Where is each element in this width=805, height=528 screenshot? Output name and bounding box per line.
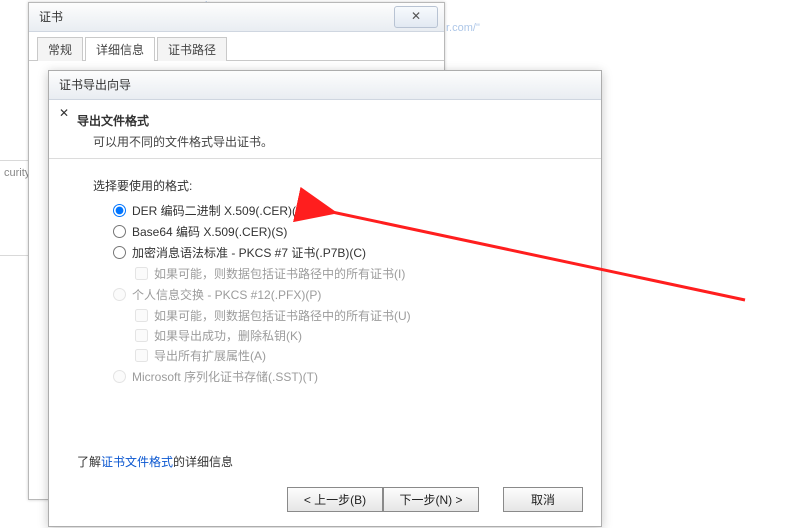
radio-sst-input xyxy=(113,370,126,383)
close-icon: ✕ xyxy=(59,106,69,120)
radio-sst-label: Microsoft 序列化证书存储(.SST)(T) xyxy=(132,368,318,385)
radio-pkcs7[interactable]: 加密消息语法标准 - PKCS #7 证书(.P7B)(C) xyxy=(113,244,573,261)
export-wizard-window: 证书导出向导 ✕ 导出文件格式 可以用不同的文件格式导出证书。 选择要使用的格式… xyxy=(48,70,602,527)
export-wizard-close-button[interactable]: ✕ xyxy=(59,99,601,127)
check-pfx-include-chain: 如果可能，则数据包括证书路径中的所有证书(U) xyxy=(135,307,573,324)
radio-base64[interactable]: Base64 编码 X.509(.CER)(S) xyxy=(113,223,573,240)
learn-more-prefix: 了解 xyxy=(77,455,101,469)
wizard-button-row: < 上一步(B) 下一步(N) > 取消 xyxy=(49,476,601,526)
certificate-window-close-button[interactable]: ✕ xyxy=(394,6,438,28)
tab-details-label: 详细信息 xyxy=(96,43,144,57)
check-pfx-include-chain-label: 如果可能，则数据包括证书路径中的所有证书(U) xyxy=(154,307,411,324)
radio-pkcs7-label: 加密消息语法标准 - PKCS #7 证书(.P7B)(C) xyxy=(132,244,366,261)
export-wizard-subheading: 可以用不同的文件格式导出证书。 xyxy=(77,133,573,150)
check-pfx-export-ext: 导出所有扩展属性(A) xyxy=(135,347,573,364)
export-wizard-titlebar[interactable]: 证书导出向导 ✕ xyxy=(49,71,601,100)
check-pkcs7-include-chain-input xyxy=(135,267,148,280)
radio-der-label: DER 编码二进制 X.509(.CER)(D) xyxy=(132,202,309,219)
format-radio-list: DER 编码二进制 X.509(.CER)(D) Base64 编码 X.509… xyxy=(93,202,573,385)
check-pkcs7-include-chain-label: 如果可能，则数据包括证书路径中的所有证书(I) xyxy=(154,265,405,282)
bg-snippet-right: r.com/" xyxy=(446,22,480,34)
radio-pkcs7-input[interactable] xyxy=(113,246,126,259)
learn-more-line: 了解证书文件格式的详细信息 xyxy=(49,445,601,476)
check-pkcs7-include-chain: 如果可能，则数据包括证书路径中的所有证书(I) xyxy=(135,265,573,282)
export-wizard-title: 证书导出向导 xyxy=(59,78,131,92)
learn-more-link[interactable]: 证书文件格式 xyxy=(101,455,173,469)
export-wizard-body: 选择要使用的格式: DER 编码二进制 X.509(.CER)(D) Base6… xyxy=(49,159,601,445)
check-pfx-delete-key-label: 如果导出成功，删除私钥(K) xyxy=(154,327,302,344)
radio-der[interactable]: DER 编码二进制 X.509(.CER)(D) xyxy=(113,202,573,219)
next-button[interactable]: 下一步(N) > xyxy=(383,487,479,512)
radio-pfx: 个人信息交换 - PKCS #12(.PFX)(P) xyxy=(113,286,573,303)
tab-cert-path[interactable]: 证书路径 xyxy=(157,37,227,61)
check-pfx-export-ext-input xyxy=(135,349,148,362)
cancel-button[interactable]: 取消 xyxy=(503,487,583,512)
radio-base64-label: Base64 编码 X.509(.CER)(S) xyxy=(132,223,287,240)
certificate-window-titlebar[interactable]: 证书 ✕ xyxy=(29,3,444,32)
tab-cert-path-label: 证书路径 xyxy=(168,43,216,57)
tab-general-label: 常规 xyxy=(48,43,72,57)
check-pfx-export-ext-label: 导出所有扩展属性(A) xyxy=(154,347,266,364)
check-pfx-delete-key: 如果导出成功，删除私钥(K) xyxy=(135,327,573,344)
back-button[interactable]: < 上一步(B) xyxy=(287,487,383,512)
tab-details[interactable]: 详细信息 xyxy=(85,37,155,61)
tab-general[interactable]: 常规 xyxy=(37,37,83,61)
format-group-label: 选择要使用的格式: xyxy=(93,177,573,194)
close-icon: ✕ xyxy=(411,9,421,23)
certificate-tabs: 常规 详细信息 证书路径 xyxy=(29,32,444,61)
learn-more-suffix: 的详细信息 xyxy=(173,455,233,469)
radio-base64-input[interactable] xyxy=(113,225,126,238)
certificate-window-title: 证书 xyxy=(39,10,63,24)
radio-sst: Microsoft 序列化证书存储(.SST)(T) xyxy=(113,368,573,385)
check-pfx-delete-key-input xyxy=(135,329,148,342)
radio-der-input[interactable] xyxy=(113,204,126,217)
side-panel-label: curity xyxy=(4,167,30,179)
radio-pfx-input xyxy=(113,288,126,301)
radio-pfx-label: 个人信息交换 - PKCS #12(.PFX)(P) xyxy=(132,286,321,303)
check-pfx-include-chain-input xyxy=(135,309,148,322)
